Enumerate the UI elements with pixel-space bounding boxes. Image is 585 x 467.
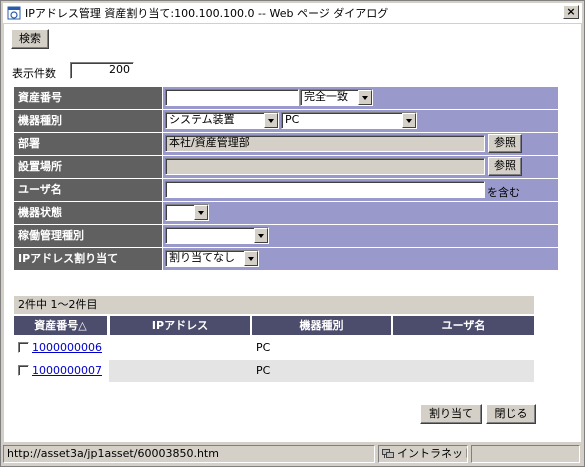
user-name-suffix: を含む xyxy=(487,186,520,199)
chevron-down-icon xyxy=(254,228,268,243)
device-category-select[interactable]: システム装置 xyxy=(165,112,279,129)
display-count-label: 表示件数 xyxy=(12,67,56,80)
department-ref-button[interactable]: 参照 xyxy=(488,134,522,153)
chevron-down-icon xyxy=(194,205,208,220)
match-mode-select[interactable]: 完全一致 xyxy=(300,89,373,106)
ip-assign-select[interactable]: 割り当てなし xyxy=(165,250,259,267)
ip-assign-label: IPアドレス割り当て xyxy=(14,248,162,270)
cell-type: PC xyxy=(256,364,271,377)
operation-type-select[interactable] xyxy=(165,227,269,244)
location-label: 設置場所 xyxy=(14,156,162,178)
status-extra xyxy=(471,445,580,463)
ie-page-icon xyxy=(7,6,21,20)
status-bar: http://asset3a/jp1asset/60003850.htm イント… xyxy=(3,444,582,464)
device-status-select[interactable] xyxy=(165,204,209,221)
location-ref-button[interactable]: 参照 xyxy=(488,157,522,176)
status-url: http://asset3a/jp1asset/60003850.htm xyxy=(3,445,375,463)
row-ip-assign: IPアドレス割り当て 割り当てなし xyxy=(14,248,558,271)
results-header: 資産番号△ IPアドレス 機器種別 ユーザ名 xyxy=(14,316,534,335)
cell-user xyxy=(393,360,534,382)
table-row: 1000000007 PC xyxy=(14,360,534,382)
column-user-name[interactable]: ユーザ名 xyxy=(393,316,534,335)
chevron-down-icon xyxy=(358,90,372,105)
assign-button[interactable]: 割り当て xyxy=(420,404,482,424)
chevron-down-icon xyxy=(244,251,258,266)
asset-number-label: 資産番号 xyxy=(14,87,162,109)
cell-ip xyxy=(110,337,251,359)
column-device-type[interactable]: 機器種別 xyxy=(252,316,391,335)
cell-type: PC xyxy=(256,341,271,354)
window-close-button[interactable]: × xyxy=(563,5,579,19)
close-button[interactable]: 閉じる xyxy=(486,404,536,424)
chevron-down-icon xyxy=(402,113,416,128)
status-zone: イントラネット xyxy=(378,445,468,463)
dialog-content: 検索 表示件数 200 資産番号 完全一致 機器種別 システム装置 PC 部署 … xyxy=(4,24,581,442)
user-name-input[interactable] xyxy=(165,181,485,198)
table-row: 1000000006 PC xyxy=(14,337,534,359)
device-status-label: 機器状態 xyxy=(14,202,162,224)
row-checkbox[interactable] xyxy=(18,365,29,376)
cell-ip xyxy=(110,360,251,382)
row-user-name: ユーザ名 を含む xyxy=(14,179,558,202)
row-asset-number: 資産番号 完全一致 xyxy=(14,87,558,110)
row-department: 部署 本社/資産管理部 参照 xyxy=(14,133,558,156)
row-operation-type: 稼働管理種別 xyxy=(14,225,558,248)
asset-link[interactable]: 1000000006 xyxy=(32,341,102,354)
row-location: 設置場所 参照 xyxy=(14,156,558,179)
department-field: 本社/資産管理部 xyxy=(165,135,485,152)
department-label: 部署 xyxy=(14,133,162,155)
dialog-window: IPアドレス管理 資産割り当て:100.100.100.0 -- Web ページ… xyxy=(0,0,585,467)
location-field xyxy=(165,158,485,175)
title-bar: IPアドレス管理 資産割り当て:100.100.100.0 -- Web ページ… xyxy=(3,3,582,23)
user-name-label: ユーザ名 xyxy=(14,179,162,201)
row-checkbox[interactable] xyxy=(18,342,29,353)
device-type-label: 機器種別 xyxy=(14,110,162,132)
window-title: IPアドレス管理 資産割り当て:100.100.100.0 -- Web ページ… xyxy=(25,7,389,20)
search-button[interactable]: 検索 xyxy=(11,29,49,49)
operation-type-label: 稼働管理種別 xyxy=(14,225,162,247)
asset-link[interactable]: 1000000007 xyxy=(32,364,102,377)
row-device-status: 機器状態 xyxy=(14,202,558,225)
asset-number-input[interactable] xyxy=(165,89,299,106)
device-type-select[interactable]: PC xyxy=(281,112,417,129)
chevron-down-icon xyxy=(264,113,278,128)
column-ip-address[interactable]: IPアドレス xyxy=(110,316,250,335)
intranet-zone-icon xyxy=(382,449,394,458)
row-device-type: 機器種別 システム装置 PC xyxy=(14,110,558,133)
display-count-input[interactable]: 200 xyxy=(70,62,134,79)
results-summary: 2件中 1～2件目 xyxy=(14,296,534,314)
cell-user xyxy=(393,337,534,359)
column-asset-number[interactable]: 資産番号△ xyxy=(14,316,107,335)
